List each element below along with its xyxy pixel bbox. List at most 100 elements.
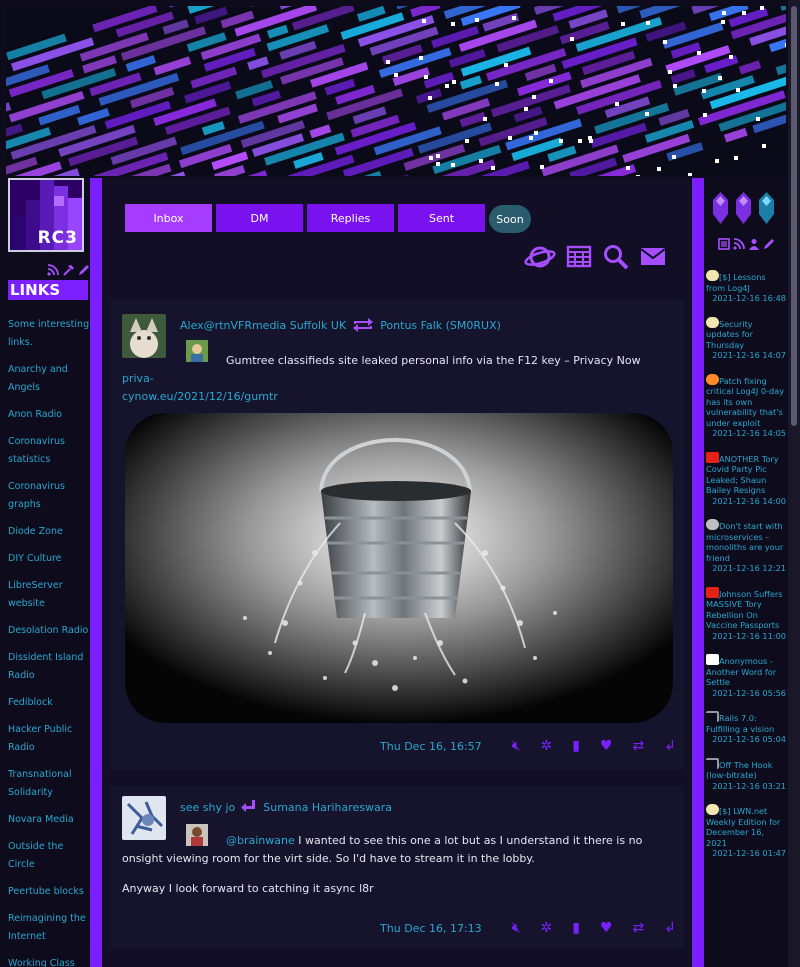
post-footer: Thu Dec 16, 17:13 🔇︎ ✲ ▮ ♥ ⇄ ↲ — [380, 920, 676, 936]
newswire-item[interactable]: ANOTHER Tory Covid Party Pic Leaked; Sha… — [706, 451, 786, 507]
reply-icon — [241, 800, 256, 812]
post-mention[interactable]: @brainwane — [122, 834, 295, 847]
mute-icon[interactable]: 🔇︎ — [512, 738, 521, 754]
blue-gem-icon[interactable] — [758, 192, 775, 224]
newswire-title[interactable]: Patch fixing critical Log4J 0-day has it… — [706, 376, 784, 428]
tab-replies[interactable]: Replies — [307, 204, 394, 232]
sidebar-link[interactable]: Outside the Circle — [8, 838, 92, 874]
person-icon[interactable] — [748, 238, 760, 250]
sidebar-link[interactable]: LibreServer website — [8, 577, 92, 613]
gem-icons — [712, 192, 775, 224]
sidebar-link[interactable]: Desolation Radio — [8, 622, 92, 640]
sidebar-link[interactable]: Diode Zone — [8, 523, 92, 541]
sidebar-link[interactable]: Transnational Solidarity — [8, 766, 92, 802]
post-link-cont[interactable]: cynow.eu/2021/12/16/gumtr — [122, 390, 278, 403]
repeat-icon[interactable]: ⇄ — [633, 920, 645, 936]
newswire-date: 2021-12-16 14:07 — [712, 350, 786, 360]
repeat-icon[interactable]: ⇄ — [633, 738, 645, 754]
newswire-item[interactable]: Rails 7.0: Fulfilling a vision 2021-12-16… — [706, 711, 786, 745]
newswire-item[interactable]: Patch fixing critical Log4J 0-day has it… — [706, 373, 786, 439]
post-content: @brainwane I wanted to see this one a lo… — [122, 832, 672, 898]
post-image-leaking-bucket[interactable] — [125, 413, 673, 723]
rss-icon[interactable] — [733, 238, 745, 250]
post-text-2: Anyway I look forward to catching it asy… — [122, 882, 374, 895]
purple-gem-icon[interactable] — [735, 192, 752, 224]
like-icon[interactable]: ♥ — [600, 738, 613, 754]
newswire-item[interactable]: Security updates for Thursday 2021-12-16 … — [706, 316, 786, 361]
reply-icon[interactable]: ↲ — [664, 738, 676, 754]
rc3-logo[interactable]: RC3 — [8, 178, 84, 252]
sidebar-link[interactable]: Fediblock — [8, 694, 92, 712]
soon-button[interactable]: Soon — [489, 205, 531, 233]
arrow-icon — [706, 711, 719, 722]
arrow-icon — [706, 757, 719, 769]
post-text: Gumtree classifieds site leaked personal… — [226, 354, 641, 367]
tab-dm[interactable]: DM — [216, 204, 303, 232]
newswire-item[interactable]: [$] LWN.net Weekly Edition for December … — [706, 804, 786, 859]
edit-icon[interactable] — [763, 238, 775, 250]
mute-icon[interactable]: 🔇︎ — [512, 920, 521, 936]
newswire-feed: [$] Lessons from Log4J 2021-12-16 16:48 Se… — [706, 270, 786, 872]
edit-icon[interactable] — [78, 264, 90, 276]
newswire-date: 2021-12-16 05:56 — [712, 687, 786, 698]
post-author[interactable]: see shy jo — [180, 801, 235, 814]
sidebar-link[interactable]: Novara Media — [8, 811, 92, 829]
rss-icon[interactable] — [47, 264, 59, 276]
youtube-icon — [706, 586, 719, 598]
sidebar-link[interactable]: Coronavirus graphs — [8, 478, 92, 514]
tab-inbox[interactable]: Inbox — [125, 204, 212, 232]
planet-icon[interactable] — [524, 244, 556, 270]
post: see shy jo Sumana Harihareswara @brainwa… — [110, 786, 684, 948]
post-author[interactable]: Alex@rtnVFRmedia Suffolk UK — [180, 319, 346, 332]
reply-icon[interactable]: ↲ — [664, 920, 676, 936]
post-content: Gumtree classifieds site leaked personal… — [122, 352, 672, 406]
sidebar-link[interactable]: Reimagining the Internet — [8, 910, 92, 946]
right-divider-bar — [692, 178, 704, 967]
purple-gem-icon[interactable] — [712, 192, 729, 224]
scrollbar-thumb[interactable] — [791, 6, 797, 426]
bug-icon[interactable]: ✲ — [541, 738, 553, 754]
newswire-item[interactable]: Johnson Suffers MASSIVE Tory Rebellion O… — [706, 586, 786, 642]
newswire-item[interactable]: [$] Lessons from Log4J 2021-12-16 16:48 — [706, 270, 786, 304]
sidebar-link[interactable]: Some interesting links. — [8, 316, 92, 352]
newswire-date: 2021-12-16 14:05 — [712, 428, 786, 438]
sidebar-link[interactable]: Dissident Island Radio — [8, 649, 92, 685]
post-date[interactable]: Thu Dec 16, 16:57 — [380, 740, 482, 753]
post-link[interactable]: priva- — [122, 372, 154, 385]
links-list: Some interesting links. Anarchy and Angel… — [8, 316, 92, 967]
bug-icon[interactable]: ✲ — [541, 920, 553, 936]
sidebar-link[interactable]: DIY Culture — [8, 550, 92, 568]
post-date[interactable]: Thu Dec 16, 17:13 — [380, 922, 482, 935]
banner-art — [6, 6, 786, 176]
bookmark-icon[interactable]: ▮ — [572, 920, 580, 936]
calendar-icon[interactable] — [566, 244, 592, 268]
newswire-date: 2021-12-16 12:21 — [712, 563, 786, 573]
mail-icon[interactable] — [640, 244, 666, 268]
page-scrollbar[interactable] — [788, 0, 800, 967]
sidebar-link[interactable]: Peertube blocks — [8, 883, 92, 901]
newswire-item[interactable]: Off The Hook (low-bitrate) 2021-12-16 03:… — [706, 757, 786, 792]
tab-sent[interactable]: Sent — [398, 204, 485, 232]
repeated-author[interactable]: Pontus Falk (SM0RUX) — [380, 319, 501, 332]
newswire-item[interactable]: Don't start with microservices – monolit… — [706, 519, 786, 574]
sidebar-link[interactable]: Working Class — [8, 955, 92, 967]
youtube-icon — [706, 451, 719, 463]
main-timeline: Inbox DM Replies Sent Soon Alex@rtnVFRme… — [104, 178, 690, 967]
header-banner — [6, 6, 786, 176]
sidebar-link[interactable]: Anon Radio — [8, 406, 92, 424]
orange-icon — [706, 373, 719, 385]
sidebar-link[interactable]: Coronavirus statistics — [8, 433, 92, 469]
post-footer: Thu Dec 16, 16:57 🔇︎ ✲ ▮ ♥ ⇄ ↲ — [380, 738, 676, 754]
duck-icon — [706, 270, 719, 281]
newspaper-icon[interactable] — [718, 238, 730, 250]
search-icon[interactable] — [602, 244, 630, 270]
newswire-item[interactable]: Anonymous - Another Word for Settle 2021-… — [706, 654, 786, 698]
reply-target-author[interactable]: Sumana Harihareswara — [263, 801, 392, 814]
bookmark-icon[interactable]: ▮ — [572, 738, 580, 754]
sidebar-link[interactable]: Anarchy and Angels — [8, 361, 92, 397]
like-icon[interactable]: ♥ — [600, 920, 613, 936]
sidebar-link[interactable]: Hacker Public Radio — [8, 721, 92, 757]
left-icon-row — [47, 264, 90, 276]
newswire-date: 2021-12-16 01:47 — [712, 848, 786, 858]
hammer-icon[interactable] — [62, 264, 75, 276]
